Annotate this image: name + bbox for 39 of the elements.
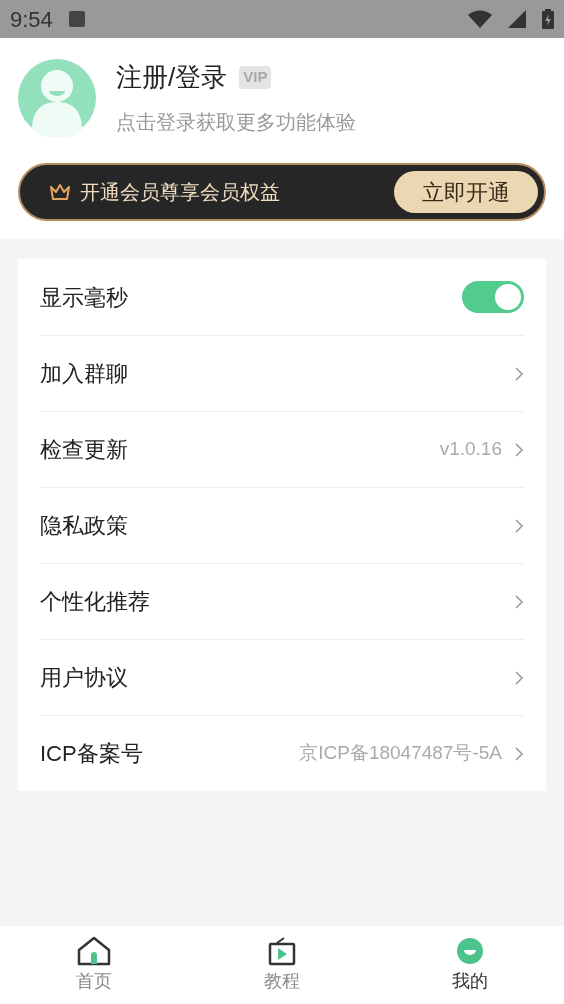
settings-label: 显示毫秒	[40, 283, 129, 312]
settings-label: 用户协议	[40, 664, 129, 692]
status-time: 9:54	[10, 5, 53, 34]
chevron-right-icon	[514, 669, 524, 686]
chevron-right-icon	[514, 441, 524, 458]
nav-tab[interactable]: 首页	[0, 926, 188, 1004]
settings-label: 检查更新	[40, 436, 129, 464]
settings-label: 加入群聊	[40, 360, 129, 388]
settings-value: v1.0.16	[439, 437, 502, 462]
login-subtitle: 点击登录获取更多功能体验	[116, 110, 356, 135]
settings-row[interactable]: 显示毫秒	[40, 259, 524, 335]
settings-label: ICP备案号	[40, 740, 144, 768]
home-icon	[77, 935, 111, 966]
login-title[interactable]: 注册/登录	[116, 58, 228, 97]
play-screen-icon	[268, 935, 296, 966]
settings-row[interactable]: 个性化推荐	[40, 563, 524, 639]
battery-icon	[542, 9, 554, 29]
chevron-right-icon	[514, 517, 524, 534]
activate-button[interactable]: 立即开通	[394, 171, 538, 213]
chevron-right-icon	[514, 593, 524, 610]
nav-tab[interactable]: 教程	[188, 926, 376, 1004]
chevron-right-icon	[514, 745, 524, 762]
toggle-switch[interactable]	[462, 281, 524, 313]
vip-text: 开通会员尊享会员权益	[80, 180, 281, 205]
wifi-icon	[468, 10, 492, 28]
settings-row[interactable]: 加入群聊	[40, 335, 524, 411]
crown-icon	[50, 184, 70, 200]
settings-row[interactable]: 检查更新 v1.0.16	[40, 411, 524, 487]
settings-row[interactable]: 隐私政策	[40, 487, 524, 563]
settings-row[interactable]: ICP备案号 京ICP备18047487号-5A	[40, 715, 524, 791]
nav-tab[interactable]: 我的	[376, 926, 564, 1004]
settings-row[interactable]: 用户协议	[40, 639, 524, 715]
smiley-icon	[455, 935, 485, 966]
signal-icon	[508, 10, 526, 28]
settings-label: 隐私政策	[40, 512, 129, 540]
settings-label: 个性化推荐	[40, 588, 151, 616]
settings-value: 京ICP备18047487号-5A	[299, 741, 502, 766]
vip-badge: VIP	[239, 66, 272, 89]
chevron-right-icon	[514, 365, 524, 382]
